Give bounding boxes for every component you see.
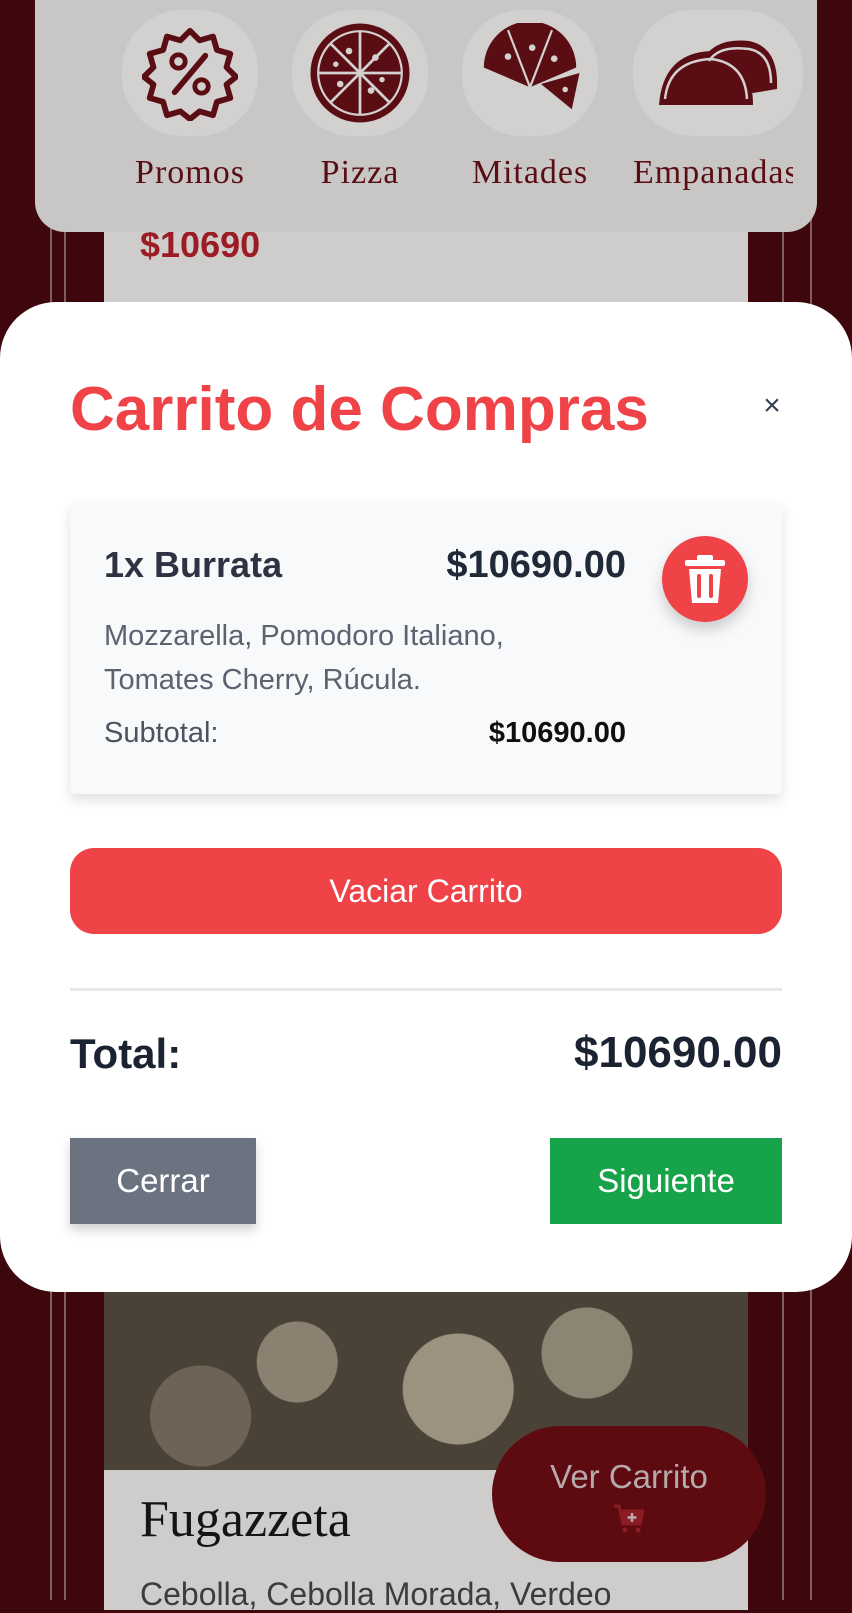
empanadas-icon [659,40,778,105]
cart-modal: Carrito de Compras × 1x Burrata $10690.0… [0,302,852,1292]
category-promos[interactable]: Promos [115,10,265,192]
total-value: $10690.00 [574,1028,782,1077]
background-product-description: Cebolla, Cebolla Morada, Verdeo [140,1576,612,1612]
cart-add-icon [614,1504,645,1533]
subtotal-label: Subtotal: [104,717,219,749]
cart-item: 1x Burrata $10690.00 Mozzarella, Pomodor… [70,502,782,794]
cart-item-price: $10690.00 [446,544,626,586]
divider [70,988,782,991]
delete-item-button[interactable] [662,536,748,622]
view-cart-label: Ver Carrito [550,1458,708,1495]
half-pizza-icon [483,23,580,110]
close-button[interactable]: Cerrar [70,1138,256,1224]
category-label: Promos [135,154,245,191]
category-label: Mitades [471,154,589,191]
total-label: Total: [70,1030,182,1077]
modal-title: Carrito de Compras [70,375,649,444]
cart-item-description: Mozzarella, Pomodoro Italiano, Tomates C… [104,620,504,696]
pizza-icon [310,23,410,123]
background-product-title: Fugazzeta [140,1491,351,1548]
view-cart-button[interactable]: Ver Carrito [492,1426,766,1562]
category-mitades[interactable]: Mitades [455,10,605,192]
close-icon[interactable]: × [752,386,792,426]
percent-badge-icon [142,27,238,121]
cart-item-name: 1x Burrata [104,544,283,585]
category-empanadas[interactable]: Empanadas [633,10,803,192]
subtotal-value: $10690.00 [488,717,626,749]
category-pizza[interactable]: Pizza [285,10,435,192]
next-button[interactable]: Siguiente [550,1138,782,1224]
category-bar: Promos Pizza Mitades Empanadas [35,0,817,232]
trash-icon [685,555,725,603]
category-label: Pizza [320,154,400,191]
category-label: Empanadas [633,154,793,191]
empty-cart-button[interactable]: Vaciar Carrito [70,848,782,934]
